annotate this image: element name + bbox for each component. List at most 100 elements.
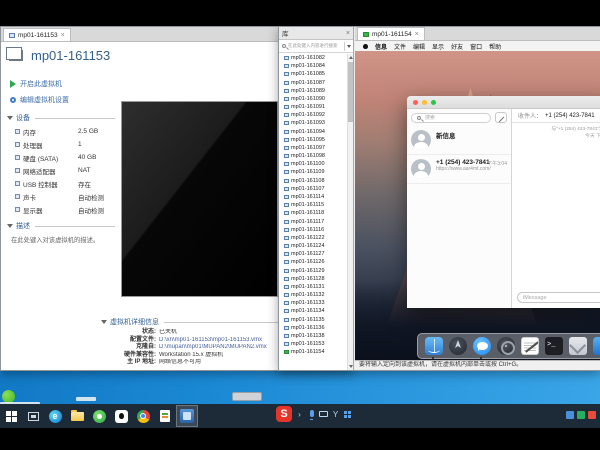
vm-list-item[interactable]: mp01-161124 — [279, 242, 347, 250]
zoom-window-icon[interactable] — [431, 100, 436, 105]
vm-list-item[interactable]: mp01-161093 — [279, 119, 347, 127]
vm-list-item[interactable]: mp01-161097 — [279, 144, 347, 152]
menu-item[interactable]: 编辑 — [413, 42, 425, 51]
tab-mp01-161154[interactable]: mp01-161154 × — [357, 27, 425, 40]
messages-search-field[interactable]: 搜索 — [411, 113, 491, 123]
vm-list-item[interactable]: mp01-161154 — [279, 348, 347, 356]
device-row[interactable]: USB 控制器 存在 — [1, 177, 119, 190]
vm-list-item[interactable]: mp01-161122 — [279, 234, 347, 242]
vm-list-item[interactable]: mp01-161135 — [279, 316, 347, 324]
menu-item[interactable]: 好友 — [451, 42, 463, 51]
description-section-header[interactable]: 描述 — [1, 216, 119, 233]
vm-list-item[interactable]: mp01-161116 — [279, 226, 347, 234]
power-on-vm-link[interactable]: 开启此虚拟机 — [1, 76, 119, 92]
imessage-input[interactable] — [517, 292, 600, 303]
device-row[interactable]: 显示器 自动检测 — [1, 203, 119, 216]
tray-blue-icon[interactable] — [566, 411, 574, 419]
menu-item[interactable]: 帮助 — [489, 42, 501, 51]
terminal-icon[interactable]: >_ — [545, 337, 563, 355]
vm-list-item[interactable]: mp01-161085 — [279, 70, 347, 78]
menu-item[interactable]: 窗口 — [470, 42, 482, 51]
search-dropdown-button[interactable] — [344, 42, 352, 51]
device-row[interactable]: 网络适配器 NAT — [1, 164, 119, 177]
description-placeholder[interactable]: 在此处键入对该虚拟机的描述。 — [1, 233, 116, 244]
launchpad-icon[interactable] — [449, 337, 467, 355]
tab-mp01-161153[interactable]: mp01-161153 × — [3, 28, 71, 41]
handwriting-icon[interactable]: Y — [331, 410, 340, 419]
device-row[interactable]: 声卡 自动检测 — [1, 190, 119, 203]
menu-item[interactable]: 显示 — [432, 42, 444, 51]
vm-list-item[interactable]: mp01-161098 — [279, 152, 347, 160]
system-preferences-icon[interactable] — [497, 337, 515, 355]
vm-list-item[interactable]: mp01-161109 — [279, 168, 347, 176]
vm-list-item[interactable]: mp01-161136 — [279, 324, 347, 332]
file-explorer-button[interactable] — [66, 405, 88, 427]
apple-menu-icon[interactable] — [363, 44, 368, 49]
vm-list-item[interactable]: mp01-161087 — [279, 79, 347, 87]
vm-list-item[interactable]: mp01-161117 — [279, 217, 347, 225]
close-window-icon[interactable] — [413, 100, 418, 105]
device-row[interactable]: 硬盘 (SATA) 40 GB — [1, 151, 119, 164]
vm-list-item[interactable]: mp01-161126 — [279, 258, 347, 266]
scroll-down-icon[interactable] — [349, 365, 353, 368]
vm-list-item[interactable]: mp01-161138 — [279, 332, 347, 340]
sogou-input-icon[interactable]: S — [276, 406, 292, 422]
scrollbar-thumb[interactable] — [348, 62, 353, 122]
vm-list-item[interactable]: mp01-161094 — [279, 128, 347, 136]
conversation-item[interactable]: +1 (254) 423-7841 https://www.aar4mt.com… — [407, 155, 511, 184]
vm-list-item[interactable]: mp01-161114 — [279, 193, 347, 201]
edit-vm-settings-link[interactable]: 编辑虚拟机设置 — [1, 92, 119, 108]
vm-list-item[interactable]: mp01-161131 — [279, 283, 347, 291]
vm-list-item[interactable]: mp01-161100 — [279, 160, 347, 168]
desktop-widget[interactable] — [232, 392, 262, 401]
library-scrollbar[interactable] — [347, 54, 353, 370]
vm-list-item[interactable]: mp01-161084 — [279, 62, 347, 70]
green-app-button[interactable] — [88, 405, 110, 427]
to-value[interactable]: +1 (254) 423-7841 — [545, 113, 595, 119]
vm-list-item[interactable]: mp01-161118 — [279, 209, 347, 217]
close-tab-icon[interactable]: × — [415, 31, 419, 38]
close-tab-icon[interactable]: × — [61, 32, 65, 39]
textedit-icon[interactable] — [521, 337, 539, 355]
library-search-box[interactable]: 在此处键入内容进行搜索 — [279, 40, 353, 53]
vm-list-item[interactable]: mp01-161134 — [279, 307, 347, 315]
mic-icon[interactable] — [307, 410, 316, 419]
chrome-button[interactable] — [132, 405, 154, 427]
menu-item[interactable]: 信息 — [375, 42, 387, 51]
compose-message-button[interactable] — [495, 112, 507, 123]
cursor-mode-icon[interactable]: › — [295, 410, 304, 419]
device-row[interactable]: 内存 2.5 GB — [1, 125, 119, 138]
tray-red-icon[interactable] — [588, 411, 596, 419]
start-button[interactable] — [0, 405, 22, 427]
finder-icon[interactable] — [425, 337, 443, 355]
vm-list-item[interactable]: mp01-161132 — [279, 291, 347, 299]
downloads-stack-icon[interactable] — [569, 337, 587, 355]
menu-item[interactable]: 文件 — [394, 42, 406, 51]
vmware-taskbar-button[interactable] — [176, 405, 198, 427]
toolbox-icon[interactable] — [343, 410, 352, 419]
conversation-item[interactable]: 新信息 — [407, 126, 511, 155]
devices-section-header[interactable]: 设备 — [1, 108, 119, 125]
task-view-button[interactable] — [22, 405, 44, 427]
clipped-app-icon[interactable] — [593, 337, 600, 355]
vm-list-item[interactable]: mp01-161115 — [279, 201, 347, 209]
tray-green-icon[interactable] — [577, 411, 585, 419]
vm-list-item[interactable]: mp01-161089 — [279, 87, 347, 95]
document-app-button[interactable] — [154, 405, 176, 427]
keyboard-icon[interactable] — [319, 410, 328, 419]
close-library-icon[interactable]: × — [346, 30, 350, 37]
edge-button[interactable]: e — [44, 405, 66, 427]
messages-titlebar[interactable] — [407, 96, 600, 109]
macos-guest-screen[interactable]: 信息文件编辑显示好友窗口帮助 — [355, 41, 600, 360]
vm-list-item[interactable]: mp01-161082 — [279, 54, 347, 62]
messages-dock-icon[interactable] — [473, 337, 491, 355]
vm-list-item[interactable]: mp01-161107 — [279, 185, 347, 193]
vm-list-item[interactable]: mp01-161127 — [279, 250, 347, 258]
vm-list-item[interactable]: mp01-161129 — [279, 266, 347, 274]
vm-list-item[interactable]: mp01-161133 — [279, 299, 347, 307]
minimize-window-icon[interactable] — [422, 100, 427, 105]
apple-app-button[interactable] — [110, 405, 132, 427]
vm-list-item[interactable]: mp01-161108 — [279, 177, 347, 185]
vm-list-item[interactable]: mp01-161095 — [279, 136, 347, 144]
vm-list-item[interactable]: mp01-161153 — [279, 340, 347, 348]
